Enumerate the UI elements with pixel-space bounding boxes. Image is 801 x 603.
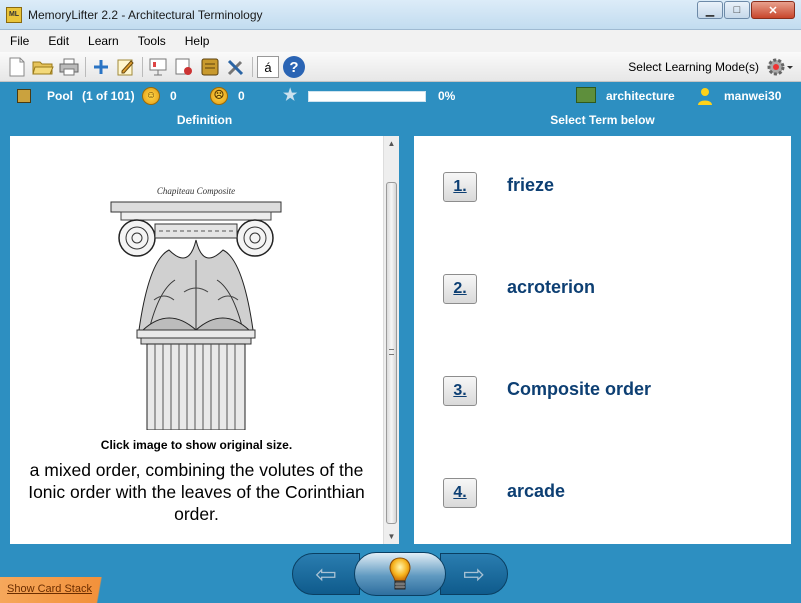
scroll-down-arrow-icon[interactable]: ▼	[384, 529, 399, 544]
category-icon	[576, 87, 596, 103]
pool-count: (1 of 101)	[82, 89, 135, 103]
menu-bar: File Edit Learn Tools Help	[0, 30, 801, 52]
answer-term[interactable]: arcade	[507, 481, 565, 502]
answer-panel: 1. frieze 2. acroterion 3. Composite ord…	[414, 136, 791, 544]
toolbar-separator	[252, 57, 253, 77]
add-card-icon[interactable]	[90, 56, 112, 78]
minimize-button[interactable]: ▁	[697, 1, 723, 19]
scroll-up-arrow-icon[interactable]: ▲	[384, 136, 399, 151]
select-learning-mode-label[interactable]: Select Learning Mode(s)	[628, 60, 759, 74]
definition-panel: Chapiteau Composite Click image to show …	[10, 136, 399, 544]
progress-text: 0%	[438, 89, 456, 103]
happy-count: 0	[170, 89, 177, 103]
title-bar: ML MemoryLifter 2.2 - Architectural Term…	[0, 0, 801, 30]
toolbar-separator	[85, 57, 86, 77]
tools-icon[interactable]	[225, 56, 247, 78]
category-name[interactable]: architecture	[606, 84, 675, 108]
answer-option[interactable]: 1. frieze	[443, 172, 773, 212]
pool-icon	[17, 89, 31, 103]
gear-dropdown-icon[interactable]	[765, 56, 793, 78]
light-bulb-icon	[389, 557, 411, 590]
definition-text: a mixed order, combining the volutes of …	[28, 460, 365, 524]
scroll-grip-icon	[389, 349, 394, 355]
image-handwritten-label: Chapiteau Composite	[157, 186, 235, 196]
toolbar-separator	[142, 57, 143, 77]
answer-number-button[interactable]: 3.	[443, 376, 477, 406]
answer-number-button[interactable]: 1.	[443, 172, 477, 202]
character-icon[interactable]: á	[257, 56, 279, 78]
answer-option[interactable]: 2. acroterion	[443, 274, 773, 314]
menu-edit[interactable]: Edit	[48, 34, 69, 48]
happy-face-icon: ☺	[142, 87, 160, 105]
answer-term[interactable]: Composite order	[507, 379, 651, 400]
presentation-icon[interactable]	[147, 56, 169, 78]
definition-header: Definition	[176, 113, 233, 127]
select-term-header: Select Term below	[550, 113, 655, 127]
help-icon[interactable]: ?	[283, 56, 305, 78]
answer-option[interactable]: 3. Composite order	[443, 376, 773, 416]
sad-count: 0	[238, 89, 245, 103]
window-title: MemoryLifter 2.2 - Architectural Termino…	[28, 8, 263, 22]
box-icon[interactable]	[199, 56, 221, 78]
answer-term[interactable]: frieze	[507, 175, 554, 196]
answer-number-button[interactable]: 4.	[443, 478, 477, 508]
show-card-stack-link[interactable]: Show Card Stack	[7, 583, 92, 595]
pool-label: Pool	[47, 89, 73, 103]
card-print-icon[interactable]	[173, 56, 195, 78]
toolbar: á ? Select Learning Mode(s)	[0, 52, 801, 82]
close-button[interactable]: ✕	[751, 1, 795, 19]
scroll-thumb[interactable]	[386, 182, 397, 524]
previous-arrow-icon[interactable]: ⇦	[292, 553, 360, 595]
menu-file[interactable]: File	[10, 34, 29, 48]
show-card-stack[interactable]: Show Card Stack	[0, 577, 130, 603]
answer-term[interactable]: acroterion	[507, 277, 595, 298]
user-name[interactable]: manwei30	[724, 84, 781, 108]
user-icon	[697, 87, 712, 105]
card-navigation: ⇦ ⇨	[292, 552, 508, 596]
hint-button[interactable]	[354, 552, 446, 596]
progress-bar	[308, 91, 426, 102]
maximize-button[interactable]: □	[724, 1, 750, 19]
open-folder-icon[interactable]	[32, 56, 54, 78]
window-controls: ▁ □ ✕	[696, 1, 795, 19]
new-document-icon[interactable]	[6, 56, 28, 78]
edit-icon[interactable]	[115, 56, 137, 78]
menu-learn[interactable]: Learn	[88, 34, 119, 48]
print-icon[interactable]	[58, 56, 80, 78]
definition-scrollbar[interactable]: ▲ ▼	[383, 136, 399, 544]
status-bar: Pool (1 of 101) ☺ 0 ☹ 0 ★ 0% architectur…	[0, 84, 801, 108]
menu-tools[interactable]: Tools	[138, 34, 166, 48]
next-arrow-icon[interactable]: ⇨	[440, 553, 508, 595]
answer-number-button[interactable]: 2.	[443, 274, 477, 304]
app-icon: ML	[6, 7, 22, 23]
star-icon: ★	[283, 87, 298, 104]
composite-capital-image[interactable]: Chapiteau Composite	[109, 180, 283, 431]
answer-option[interactable]: 4. arcade	[443, 478, 773, 518]
menu-help[interactable]: Help	[185, 34, 210, 48]
sad-face-icon: ☹	[210, 87, 228, 105]
image-caption: Click image to show original size.	[100, 438, 293, 452]
